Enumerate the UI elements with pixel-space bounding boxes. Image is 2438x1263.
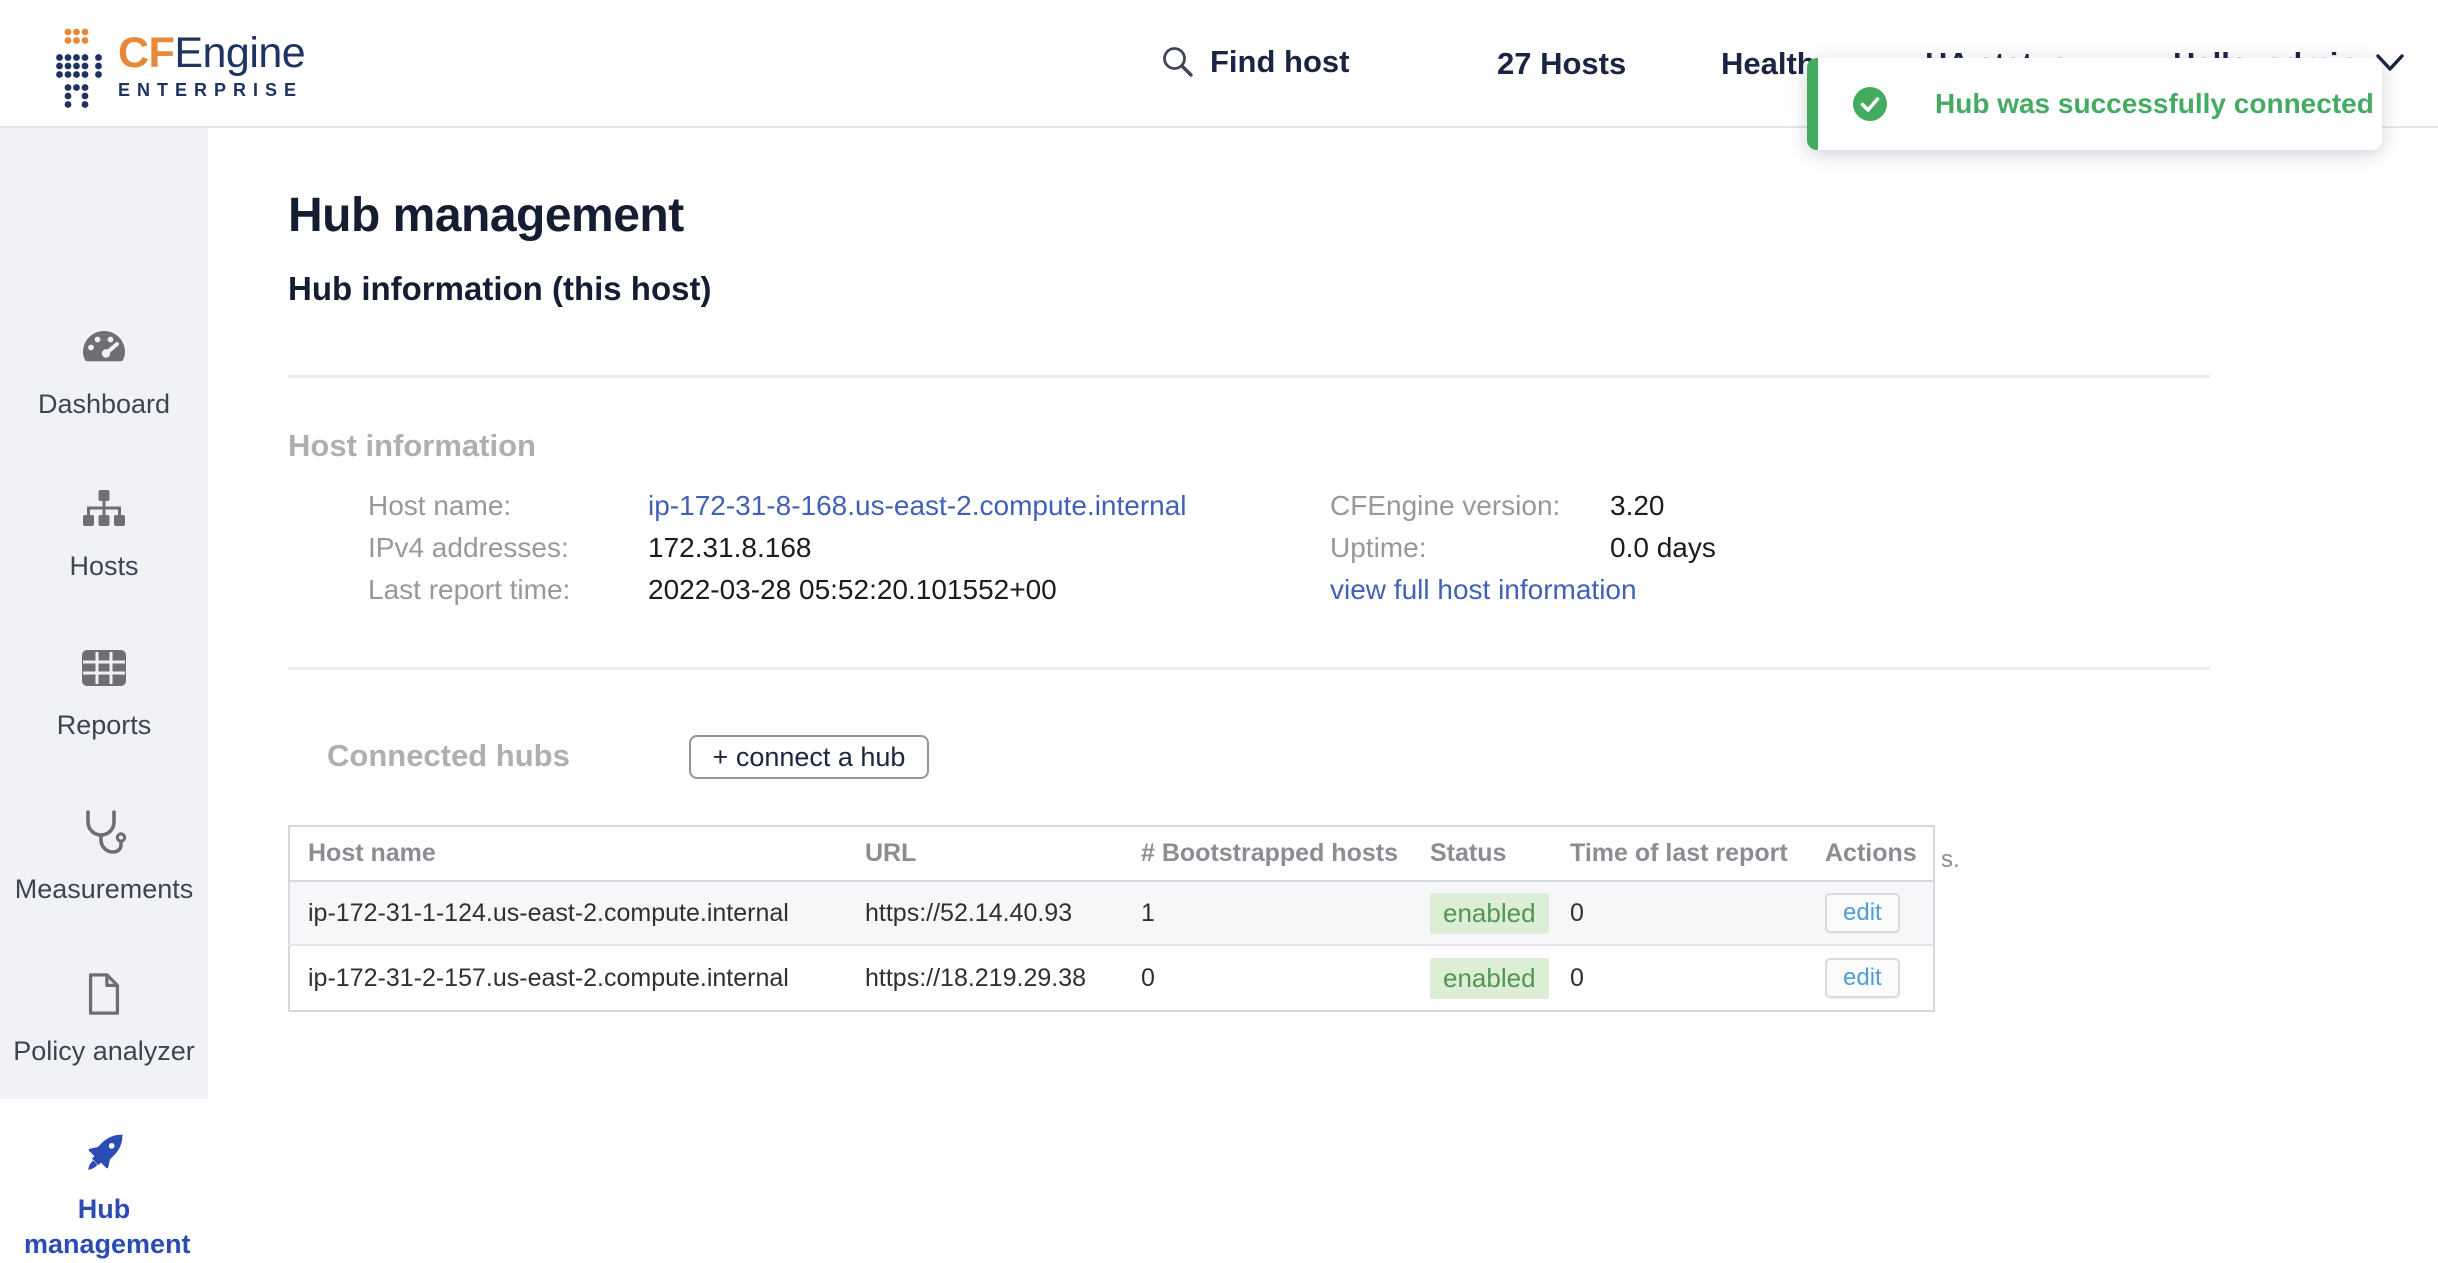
sitemap-icon (80, 486, 128, 532)
last-report-value: 2022-03-28 05:52:20.101552+00 (648, 574, 1057, 606)
cfengine-logo[interactable]: CFEngine ENTERPRISE (54, 26, 305, 110)
sidebar-item-reports[interactable]: Reports (0, 645, 208, 743)
nav-hosts-count[interactable]: 27 Hosts (1497, 46, 1626, 82)
col-actions: Actions (1807, 826, 1934, 881)
status-badge: enabled (1430, 958, 1549, 999)
divider (288, 667, 2210, 670)
table-row: ip-172-31-2-157.us-east-2.compute.intern… (289, 945, 1934, 1011)
connect-a-hub-button[interactable]: + connect a hub (689, 735, 929, 779)
sidebar-label-policy-analyzer: Policy analyzer (0, 1034, 208, 1069)
sidebar-item-hosts[interactable]: Hosts (0, 486, 208, 584)
check-circle-icon (1853, 87, 1887, 121)
rocket-icon (80, 1131, 128, 1177)
sidebar-label-reports: Reports (0, 708, 208, 743)
host-name-label: Host name: (368, 490, 511, 522)
cell-host-name: ip-172-31-2-157.us-east-2.compute.intern… (289, 945, 847, 1011)
find-host-search[interactable]: Find host (1160, 44, 1349, 80)
sidebar: Dashboard Hosts Report (0, 126, 208, 1206)
cell-host-name: ip-172-31-1-124.us-east-2.compute.intern… (289, 881, 847, 945)
uptime-label: Uptime: (1330, 532, 1426, 564)
sidebar-item-measurements[interactable]: Measurements (0, 809, 208, 907)
ipv4-label: IPv4 addresses: (368, 532, 569, 564)
cell-last-report: 0 (1552, 881, 1807, 945)
page-subtitle: Hub information (this host) (288, 270, 711, 308)
sidebar-label-hosts: Hosts (0, 549, 208, 584)
logo-enterprise: ENTERPRISE (118, 80, 305, 101)
col-host-name: Host name (289, 826, 847, 881)
stethoscope-icon (80, 809, 128, 855)
logo-engine: Engine (174, 29, 305, 77)
version-value: 3.20 (1610, 490, 1665, 522)
connected-hubs-table: Host name URL # Bootstrapped hosts Statu… (288, 825, 1935, 1012)
cfengine-logo-mark-icon (54, 26, 104, 110)
connected-hubs-heading: Connected hubs (327, 738, 570, 774)
clipped-text-fragment: s. (1941, 846, 1960, 874)
view-full-host-information-link[interactable]: view full host information (1330, 574, 1637, 606)
sidebar-item-policy-analyzer[interactable]: Policy analyzer (0, 971, 208, 1069)
cfengine-logo-text: CFEngine ENTERPRISE (118, 26, 305, 101)
toast-accent-bar (1807, 58, 1818, 150)
uptime-value: 0.0 days (1610, 532, 1716, 564)
sidebar-label-measurements: Measurements (0, 872, 208, 907)
page-title: Hub management (288, 188, 684, 243)
dashboard-icon (80, 324, 128, 370)
sidebar-label-hub-management: Hub management (24, 1192, 184, 1262)
toast-message: Hub was successfully connected (1935, 58, 2374, 150)
edit-button[interactable]: edit (1825, 893, 1900, 933)
sidebar-item-dashboard[interactable]: Dashboard (0, 324, 208, 422)
col-bootstrapped: # Bootstrapped hosts (1123, 826, 1412, 881)
app-root: CFEngine ENTERPRISE Find host 27 Hosts H… (0, 0, 2438, 1206)
col-last-report: Time of last report (1552, 826, 1807, 881)
sidebar-item-hub-management[interactable]: Hub management (0, 1099, 208, 1263)
cell-bootstrapped: 0 (1123, 945, 1412, 1011)
col-status: Status (1412, 826, 1552, 881)
last-report-label: Last report time: (368, 574, 570, 606)
cell-bootstrapped: 1 (1123, 881, 1412, 945)
cell-url: https://18.219.29.38 (847, 945, 1123, 1011)
table-row: ip-172-31-1-124.us-east-2.compute.intern… (289, 881, 1934, 945)
file-icon (84, 971, 124, 1017)
status-badge: enabled (1430, 893, 1549, 934)
table-header-row: Host name URL # Bootstrapped hosts Statu… (289, 826, 1934, 881)
edit-button[interactable]: edit (1825, 958, 1900, 998)
ipv4-value: 172.31.8.168 (648, 532, 812, 564)
divider (288, 375, 2210, 378)
host-name-link[interactable]: ip-172-31-8-168.us-east-2.compute.intern… (648, 490, 1187, 522)
search-icon (1160, 44, 1196, 80)
sidebar-label-dashboard: Dashboard (0, 387, 208, 422)
cell-last-report: 0 (1552, 945, 1807, 1011)
col-url: URL (847, 826, 1123, 881)
logo-cf: CF (118, 29, 174, 77)
toast-success[interactable]: Hub was successfully connected (1807, 58, 2382, 150)
version-label: CFEngine version: (1330, 490, 1560, 522)
host-information-heading: Host information (288, 428, 536, 464)
nav-health[interactable]: Health (1721, 46, 1816, 82)
table-icon (81, 645, 127, 691)
cell-url: https://52.14.40.93 (847, 881, 1123, 945)
find-host-label: Find host (1210, 44, 1349, 80)
